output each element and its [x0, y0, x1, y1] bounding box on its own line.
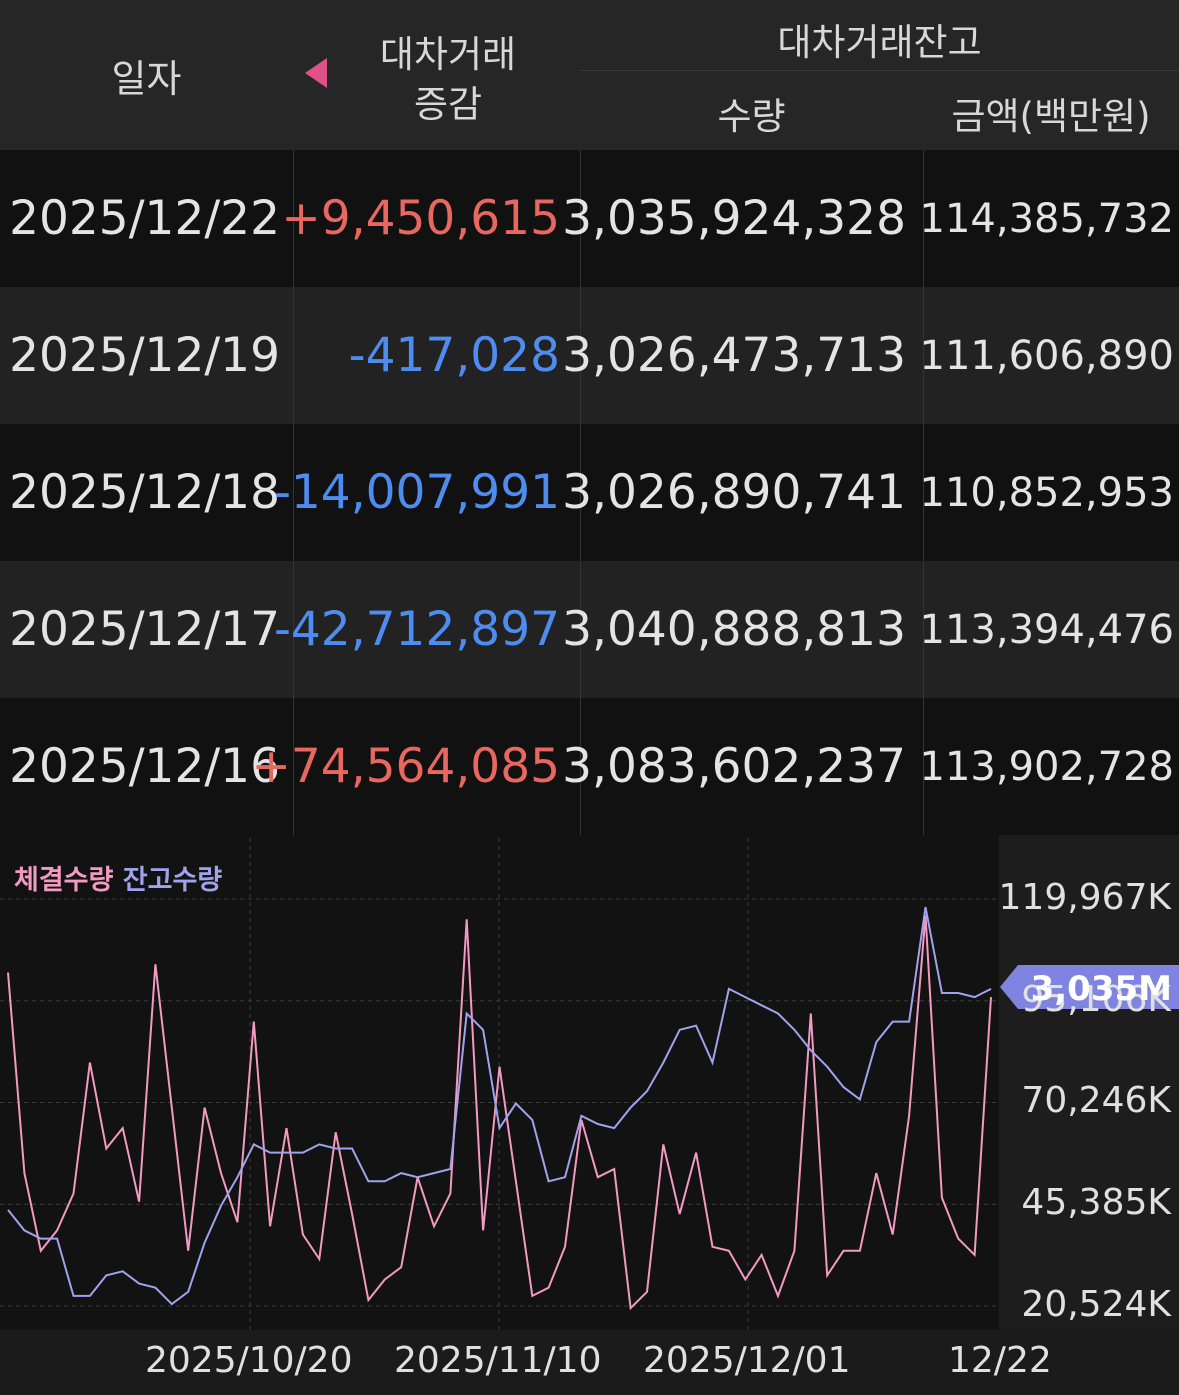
- y-tick-label: 20,524K: [1021, 1284, 1171, 1325]
- x-tick-label: 2025/11/10: [394, 1340, 602, 1381]
- x-tick-label: 2025/10/20: [145, 1340, 353, 1381]
- x-tick-label: 12/22: [948, 1340, 1052, 1381]
- legend-trade-volume: 체결수량: [14, 865, 114, 896]
- current-value-badge-text: 3,035M: [1030, 969, 1172, 1009]
- line-chart[interactable]: [0, 0, 1179, 1395]
- y-tick-label: 119,967K: [998, 877, 1171, 918]
- legend-balance-volume: 잔고수량: [122, 865, 223, 896]
- y-tick-label: 70,246K: [1021, 1080, 1171, 1122]
- x-tick-label: 2025/12/01: [643, 1340, 851, 1381]
- y-tick-label: 45,385K: [1021, 1182, 1171, 1224]
- chart-legend: 체결수량 잔고수량: [14, 858, 222, 897]
